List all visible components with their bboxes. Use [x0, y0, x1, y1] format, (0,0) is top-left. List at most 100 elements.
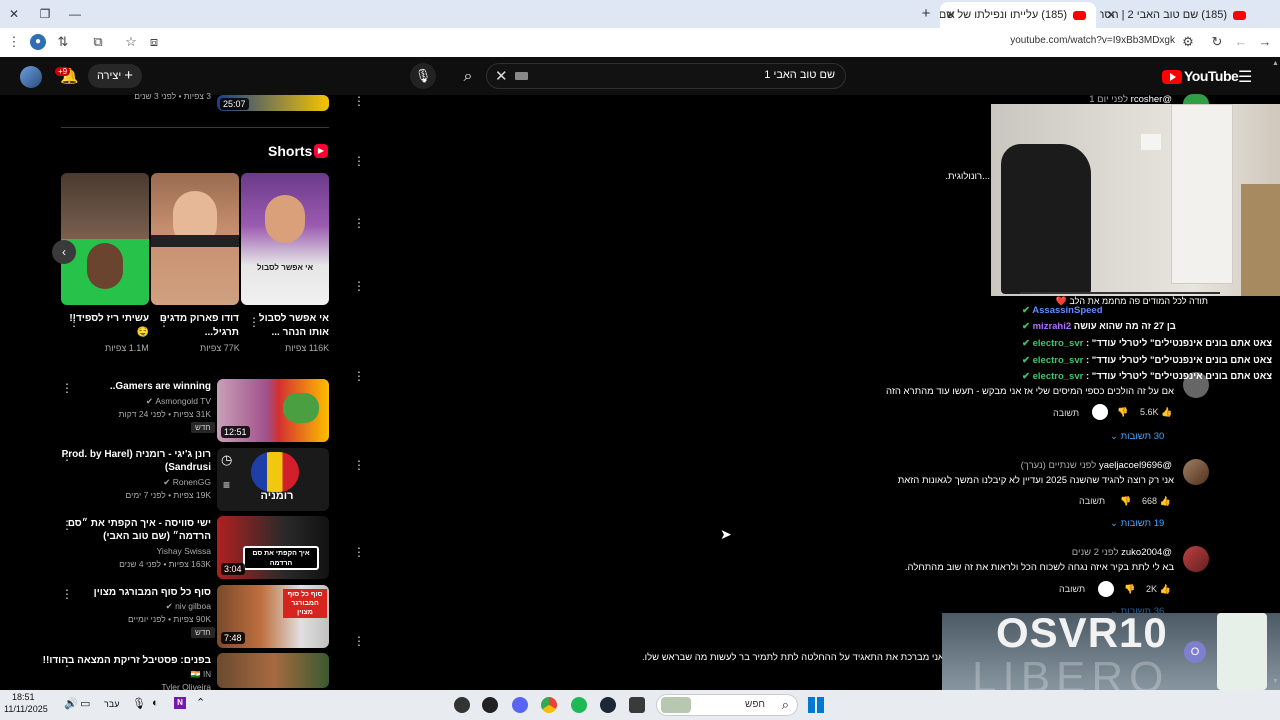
video-title[interactable]: ישי סוויסה - איך הקפתי את ״סם	[68, 518, 211, 529]
tab-inactive[interactable]: (185) שם טוב האבי 2 | הסרט ה ✕	[1100, 2, 1256, 28]
spotify-icon[interactable]	[571, 697, 587, 713]
restore-window-icon[interactable]: ❐	[37, 6, 53, 22]
show-hidden-icons[interactable]: ⌃	[196, 696, 205, 709]
dislike-button[interactable]: 👎	[1117, 407, 1128, 418]
hamburger-menu-icon[interactable]: ☰	[1238, 67, 1252, 87]
comment-author[interactable]: @yaeljacoel9696 לפני שנתיים (נערך)	[1021, 460, 1172, 471]
clock-time[interactable]: 18:51	[12, 692, 35, 702]
microphone-tray-icon[interactable]: 🎙	[132, 697, 146, 710]
more-options-icon[interactable]: ⋮	[353, 94, 365, 108]
more-options-icon[interactable]: ⋮	[68, 315, 80, 329]
more-options-icon[interactable]: ⋮	[353, 369, 365, 383]
more-options-icon[interactable]: ⋮	[61, 518, 73, 532]
short-thumbnail[interactable]: אי אפשר לסבול	[241, 173, 329, 305]
terminal-icon[interactable]	[629, 697, 645, 713]
replies-toggle[interactable]: 30 תשובות ⌄	[1110, 431, 1164, 442]
chrome-icon[interactable]	[541, 697, 557, 713]
onenote-icon[interactable]: N	[174, 697, 186, 709]
more-options-icon[interactable]: ⋮	[61, 655, 73, 669]
install-app-icon[interactable]: ⧈	[146, 34, 162, 50]
more-options-icon[interactable]: ⋮	[353, 545, 365, 559]
video-title[interactable]: סוף כל סוף המבורגר מצוין	[94, 587, 211, 598]
add-to-queue-icon[interactable]: ≡	[223, 478, 230, 492]
youtube-logo[interactable]: YouTube	[1162, 68, 1239, 85]
more-options-icon[interactable]: ⋮	[353, 154, 365, 168]
extensions-puzzle-icon[interactable]: ⧉	[90, 34, 106, 50]
forward-icon[interactable]: ←	[1233, 34, 1249, 50]
more-options-icon[interactable]: ⋮	[353, 634, 365, 648]
video-channel[interactable]: RonenGG ✔	[100, 477, 211, 488]
like-button[interactable]: 5.6K 👍	[1140, 407, 1172, 418]
video-thumbnail[interactable]: 25:07	[217, 95, 329, 111]
video-title-line2[interactable]: Sandrusi)	[100, 462, 211, 473]
more-options-icon[interactable]: ⋮	[248, 315, 260, 329]
close-tab-icon[interactable]: ✕	[946, 2, 956, 28]
search-input[interactable]: שם טוב האבי 1 ✕	[486, 63, 846, 89]
reply-button[interactable]: תשובה	[1079, 496, 1105, 506]
clear-search-icon[interactable]: ✕	[495, 67, 508, 85]
browser-menu-icon[interactable]: ⋮	[6, 34, 22, 50]
page-scrollbar[interactable]: ▲ ▼	[1272, 60, 1279, 690]
short-thumbnail[interactable]	[151, 173, 239, 305]
video-title[interactable]: רונן ג'יגי - רומניה (Prod. by Harel	[62, 449, 211, 460]
microphone-icon[interactable]: 🎙	[410, 63, 436, 89]
extension-icon[interactable]: ⇅	[55, 34, 71, 50]
close-window-icon[interactable]: ✕	[6, 6, 22, 22]
clock-date[interactable]: 11/11/2025	[4, 704, 48, 714]
dislike-button[interactable]: 👎	[1124, 584, 1135, 595]
address-bar[interactable]: youtube.com/watch?v=I9xBb3MDxgk	[1000, 35, 1175, 46]
video-thumbnail[interactable]: איך הקפתי את סם הרדמה 3:04	[217, 516, 329, 579]
new-tab-button[interactable]: +	[918, 6, 934, 22]
back-icon[interactable]: →	[1257, 34, 1273, 50]
video-title-line2[interactable]: הרדמה״ (שם טוב האבי)	[100, 531, 211, 542]
watch-later-icon[interactable]: ◷	[221, 452, 232, 468]
profile-icon[interactable]: ●	[30, 34, 46, 50]
language-indicator[interactable]: עבר	[104, 699, 119, 709]
create-button[interactable]: + יצירה	[88, 64, 142, 88]
comment-avatar[interactable]	[1183, 546, 1209, 572]
minimize-window-icon[interactable]: —	[67, 6, 83, 22]
comment-author[interactable]: @zuko2004 לפני 2 שנים	[1072, 547, 1172, 558]
comment-avatar[interactable]	[1183, 459, 1209, 485]
app-icon[interactable]	[454, 697, 470, 713]
site-settings-icon[interactable]: ⚙	[1180, 34, 1196, 50]
more-options-icon[interactable]: ⋮	[353, 458, 365, 472]
tab-active[interactable]: (185) עלייתו ונפילתו של שם טוב ✕	[940, 2, 1096, 28]
more-options-icon[interactable]: ⋮	[61, 587, 73, 601]
video-thumbnail[interactable]: רומניה ◷ ≡	[217, 448, 329, 511]
more-options-icon[interactable]: ⋮	[61, 381, 73, 395]
scroll-up-icon[interactable]: ▲	[1272, 60, 1279, 67]
video-thumbnail[interactable]: 12:51	[217, 379, 329, 442]
video-title[interactable]: בפנים: פסטיבל זריקת המצאה בהודו!!	[43, 655, 211, 666]
more-options-icon[interactable]: ⋮	[353, 216, 365, 230]
comment-avatar[interactable]	[1183, 94, 1209, 104]
edge-tray-icon[interactable]: ◐	[152, 697, 159, 709]
search-icon[interactable]: ⌕	[454, 63, 482, 91]
scroll-down-icon[interactable]: ▼	[1272, 678, 1279, 685]
discord-icon[interactable]	[512, 697, 528, 713]
replies-toggle[interactable]: 19 תשובות ⌄	[1110, 518, 1164, 529]
like-button[interactable]: 2K 👍	[1146, 584, 1171, 595]
steam-icon[interactable]	[600, 697, 616, 713]
video-title[interactable]: Gamers are winning..	[100, 381, 211, 392]
avatar[interactable]	[20, 66, 42, 88]
windows-start-icon[interactable]	[808, 697, 824, 713]
more-options-icon[interactable]: ⋮	[353, 279, 365, 293]
more-options-icon[interactable]: ⋮	[158, 315, 170, 329]
taskbar-search[interactable]: חפש ⌕	[656, 694, 798, 716]
keyboard-icon[interactable]	[515, 72, 528, 80]
shorts-prev-button[interactable]: ‹	[52, 240, 76, 264]
video-thumbnail[interactable]: סוף כל סוף המבורגר מצוין 7:48	[217, 585, 329, 648]
reply-button[interactable]: תשובה	[1059, 584, 1085, 594]
video-channel[interactable]: niv gilboa ✔	[100, 601, 211, 612]
network-icon[interactable]: ▭	[80, 697, 90, 710]
obs-icon[interactable]	[482, 697, 498, 713]
dislike-button[interactable]: 👎	[1120, 496, 1131, 507]
close-tab-icon[interactable]: ✕	[1106, 2, 1116, 28]
more-options-icon[interactable]: ⋮	[61, 449, 73, 463]
short-thumbnail[interactable]	[61, 173, 149, 305]
volume-icon[interactable]: 🔊	[64, 697, 78, 710]
reload-icon[interactable]: ↻	[1209, 34, 1225, 50]
bookmark-star-icon[interactable]: ☆	[123, 34, 139, 50]
video-channel[interactable]: Yishay Swissa	[100, 546, 211, 556]
